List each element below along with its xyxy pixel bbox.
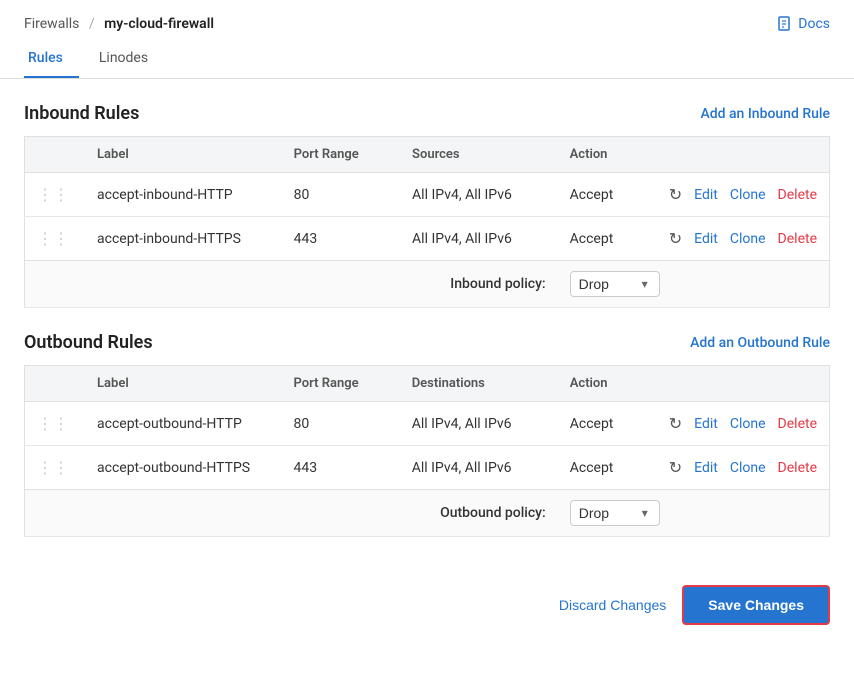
outbound-policy-select-cell: Drop Accept ▾ bbox=[558, 490, 830, 537]
outbound-section: Outbound Rules Add an Outbound Rule Labe… bbox=[24, 332, 830, 537]
inbound-col-actions-header bbox=[657, 137, 830, 173]
outbound-row-destinations: All IPv4, All IPv6 bbox=[400, 446, 558, 490]
inbound-row-label: accept-inbound-HTTPS bbox=[85, 217, 282, 261]
content-area: Inbound Rules Add an Inbound Rule Label … bbox=[0, 103, 854, 561]
edit-button[interactable]: Edit bbox=[694, 231, 718, 247]
delete-button[interactable]: Delete bbox=[778, 231, 817, 247]
revert-icon[interactable]: ↻ bbox=[669, 185, 682, 204]
breadcrumb-current: my-cloud-firewall bbox=[104, 16, 214, 32]
delete-button[interactable]: Delete bbox=[778, 416, 817, 432]
outbound-policy-dropdown[interactable]: Drop Accept ▾ bbox=[570, 500, 660, 526]
drag-handle-icon[interactable]: ⋮⋮ bbox=[37, 414, 73, 433]
drag-handle-cell: ⋮⋮ bbox=[25, 446, 86, 490]
docs-link[interactable]: Docs bbox=[777, 16, 830, 32]
inbound-col-label: Label bbox=[85, 137, 282, 173]
delete-button[interactable]: Delete bbox=[778, 460, 817, 476]
outbound-section-header: Outbound Rules Add an Outbound Rule bbox=[24, 332, 830, 353]
tab-linodes[interactable]: Linodes bbox=[95, 40, 164, 78]
inbound-policy-row: Inbound policy: Drop Accept ▾ bbox=[25, 261, 830, 308]
discard-changes-button[interactable]: Discard Changes bbox=[559, 597, 666, 613]
outbound-col-drag bbox=[25, 366, 86, 402]
inbound-col-action: Action bbox=[558, 137, 657, 173]
inbound-col-drag bbox=[25, 137, 86, 173]
outbound-policy-row: Outbound policy: Drop Accept ▾ bbox=[25, 490, 830, 537]
inbound-row-port: 443 bbox=[282, 217, 400, 261]
table-row: ⋮⋮ accept-inbound-HTTPS 443 All IPv4, Al… bbox=[25, 217, 830, 261]
add-outbound-rule-button[interactable]: Add an Outbound Rule bbox=[690, 335, 830, 351]
drag-handle-cell: ⋮⋮ bbox=[25, 173, 86, 217]
breadcrumb-parent[interactable]: Firewalls bbox=[24, 16, 79, 32]
clone-button[interactable]: Clone bbox=[730, 416, 766, 432]
inbound-row-port: 80 bbox=[282, 173, 400, 217]
outbound-row-label: accept-outbound-HTTP bbox=[85, 402, 282, 446]
top-bar: Firewalls / my-cloud-firewall Docs bbox=[0, 0, 854, 40]
drag-handle-icon[interactable]: ⋮⋮ bbox=[37, 458, 73, 477]
outbound-col-label: Label bbox=[85, 366, 282, 402]
outbound-row-label: accept-outbound-HTTPS bbox=[85, 446, 282, 490]
outbound-col-actions-header bbox=[657, 366, 830, 402]
inbound-policy-select[interactable]: Drop Accept bbox=[579, 276, 638, 292]
inbound-policy-label: Inbound policy: bbox=[25, 261, 558, 308]
table-row: ⋮⋮ accept-outbound-HTTPS 443 All IPv4, A… bbox=[25, 446, 830, 490]
outbound-policy-chevron: ▾ bbox=[642, 506, 648, 520]
outbound-row-actions: ↻ Edit Clone Delete bbox=[657, 446, 830, 490]
outbound-row-port: 443 bbox=[282, 446, 400, 490]
clone-button[interactable]: Clone bbox=[730, 187, 766, 203]
outbound-row-actions: ↻ Edit Clone Delete bbox=[657, 402, 830, 446]
revert-icon[interactable]: ↻ bbox=[669, 229, 682, 248]
delete-button[interactable]: Delete bbox=[778, 187, 817, 203]
inbound-rules-table: Label Port Range Sources Action ⋮⋮ accep… bbox=[24, 136, 830, 308]
inbound-section-header: Inbound Rules Add an Inbound Rule bbox=[24, 103, 830, 124]
inbound-section: Inbound Rules Add an Inbound Rule Label … bbox=[24, 103, 830, 308]
outbound-col-destinations: Destinations bbox=[400, 366, 558, 402]
tab-rules[interactable]: Rules bbox=[24, 40, 79, 78]
inbound-row-actions: ↻ Edit Clone Delete bbox=[657, 217, 830, 261]
outbound-row-destinations: All IPv4, All IPv6 bbox=[400, 402, 558, 446]
table-row: ⋮⋮ accept-inbound-HTTP 80 All IPv4, All … bbox=[25, 173, 830, 217]
drag-handle-cell: ⋮⋮ bbox=[25, 217, 86, 261]
edit-button[interactable]: Edit bbox=[694, 460, 718, 476]
breadcrumb-separator: / bbox=[89, 16, 95, 32]
outbound-policy-select[interactable]: Drop Accept bbox=[579, 505, 638, 521]
clone-button[interactable]: Clone bbox=[730, 460, 766, 476]
edit-button[interactable]: Edit bbox=[694, 416, 718, 432]
inbound-row-sources: All IPv4, All IPv6 bbox=[400, 217, 558, 261]
tabs-bar: Rules Linodes bbox=[0, 40, 854, 79]
docs-label: Docs bbox=[798, 16, 830, 32]
drag-handle-icon[interactable]: ⋮⋮ bbox=[37, 229, 73, 248]
edit-button[interactable]: Edit bbox=[694, 187, 718, 203]
inbound-policy-dropdown[interactable]: Drop Accept ▾ bbox=[570, 271, 660, 297]
inbound-row-label: accept-inbound-HTTP bbox=[85, 173, 282, 217]
outbound-row-action: Accept bbox=[558, 446, 657, 490]
inbound-col-port: Port Range bbox=[282, 137, 400, 173]
footer-actions: Discard Changes Save Changes bbox=[0, 561, 854, 641]
table-row: ⋮⋮ accept-outbound-HTTP 80 All IPv4, All… bbox=[25, 402, 830, 446]
inbound-policy-select-cell: Drop Accept ▾ bbox=[558, 261, 830, 308]
inbound-row-actions: ↻ Edit Clone Delete bbox=[657, 173, 830, 217]
inbound-policy-chevron: ▾ bbox=[642, 277, 648, 291]
save-changes-button[interactable]: Save Changes bbox=[682, 585, 830, 625]
revert-icon[interactable]: ↻ bbox=[669, 458, 682, 477]
outbound-col-port: Port Range bbox=[282, 366, 400, 402]
outbound-title: Outbound Rules bbox=[24, 332, 153, 353]
inbound-row-sources: All IPv4, All IPv6 bbox=[400, 173, 558, 217]
breadcrumb: Firewalls / my-cloud-firewall bbox=[24, 16, 214, 32]
outbound-policy-label: Outbound policy: bbox=[25, 490, 558, 537]
inbound-row-action: Accept bbox=[558, 173, 657, 217]
drag-handle-icon[interactable]: ⋮⋮ bbox=[37, 185, 73, 204]
drag-handle-cell: ⋮⋮ bbox=[25, 402, 86, 446]
clone-button[interactable]: Clone bbox=[730, 231, 766, 247]
outbound-row-action: Accept bbox=[558, 402, 657, 446]
inbound-row-action: Accept bbox=[558, 217, 657, 261]
outbound-table-header-row: Label Port Range Destinations Action bbox=[25, 366, 830, 402]
outbound-row-port: 80 bbox=[282, 402, 400, 446]
docs-icon bbox=[777, 16, 793, 32]
inbound-table-header-row: Label Port Range Sources Action bbox=[25, 137, 830, 173]
inbound-col-sources: Sources bbox=[400, 137, 558, 173]
add-inbound-rule-button[interactable]: Add an Inbound Rule bbox=[700, 106, 830, 122]
outbound-rules-table: Label Port Range Destinations Action ⋮⋮ … bbox=[24, 365, 830, 537]
outbound-col-action: Action bbox=[558, 366, 657, 402]
revert-icon[interactable]: ↻ bbox=[669, 414, 682, 433]
inbound-title: Inbound Rules bbox=[24, 103, 139, 124]
